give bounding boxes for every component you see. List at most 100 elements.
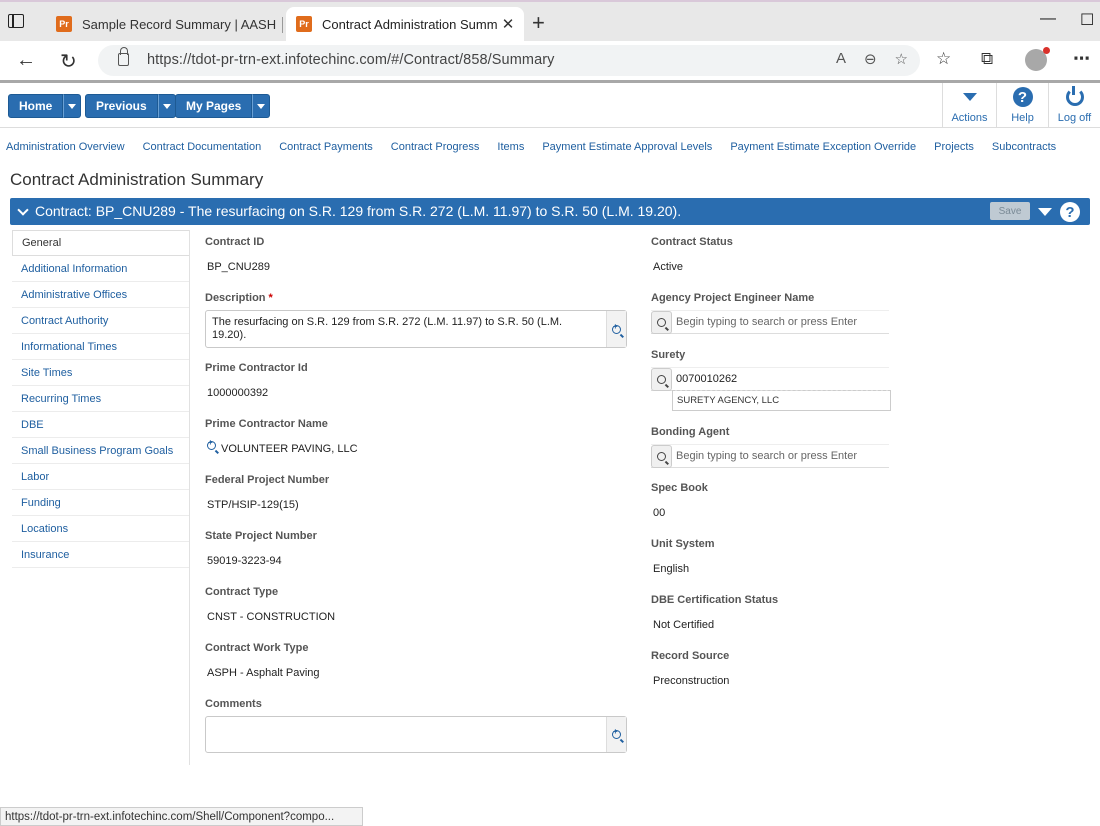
- surety-input[interactable]: 0070010262: [676, 373, 737, 385]
- read-aloud-icon[interactable]: A: [836, 50, 846, 68]
- home-button[interactable]: Home: [8, 94, 64, 118]
- prime-contractor-name-value: VOLUNTEER PAVING, LLC: [221, 443, 358, 455]
- bonding-agent-field[interactable]: Begin typing to search or press Enter: [651, 444, 889, 468]
- minimize-icon[interactable]: —: [1040, 10, 1056, 28]
- collapse-chevron-icon[interactable]: [17, 204, 29, 216]
- home-split-button: Home: [8, 94, 82, 118]
- tab-actions-icon[interactable]: [8, 14, 24, 28]
- search-icon: [657, 452, 666, 461]
- url-box[interactable]: https://tdot-pr-trn-ext.infotechinc.com/…: [98, 45, 920, 76]
- browser-tab-contract-admin[interactable]: Pr Contract Administration Summar ✕: [286, 7, 524, 41]
- subnav-subcontracts[interactable]: Subcontracts: [992, 141, 1056, 153]
- tab-close-icon[interactable]: ✕: [498, 15, 518, 33]
- surety-field[interactable]: 0070010262: [651, 367, 889, 391]
- my-pages-split-button: My Pages: [175, 94, 271, 118]
- record-source-label: Record Source: [651, 650, 730, 662]
- engineer-search-button[interactable]: [651, 311, 672, 334]
- comments-textarea[interactable]: [205, 716, 627, 753]
- menu-general[interactable]: General: [12, 230, 189, 256]
- menu-contract-authority[interactable]: Contract Authority: [12, 308, 189, 334]
- description-text[interactable]: The resurfacing on S.R. 129 from S.R. 27…: [212, 316, 592, 342]
- my-pages-button[interactable]: My Pages: [175, 94, 253, 118]
- previous-split-button: Previous: [85, 94, 176, 118]
- menu-small-business-program-goals[interactable]: Small Business Program Goals: [12, 438, 189, 464]
- logoff-label: Log off: [1057, 112, 1092, 124]
- menu-additional-information[interactable]: Additional Information: [12, 256, 189, 282]
- subnav-payment-estimate-exception-override[interactable]: Payment Estimate Exception Override: [730, 141, 916, 153]
- comments-zoom-button[interactable]: [606, 717, 626, 752]
- contractor-lookup-button[interactable]: [207, 438, 216, 450]
- search-icon: [657, 318, 666, 327]
- browser-tab-sample-record[interactable]: Pr Sample Record Summary | AASH: [46, 7, 282, 41]
- state-project-number-label: State Project Number: [205, 530, 317, 542]
- unit-system-label: Unit System: [651, 538, 715, 550]
- more-menu-icon[interactable]: ⋯: [1073, 49, 1090, 69]
- contract-id-label: Contract ID: [205, 236, 265, 248]
- previous-button[interactable]: Previous: [85, 94, 158, 118]
- contract-type-value: CNST - CONSTRUCTION: [207, 611, 336, 623]
- tabbar-top-line: [0, 0, 1100, 2]
- save-button[interactable]: Save: [990, 202, 1030, 220]
- surety-name-display: SURETY AGENCY, LLC: [672, 390, 891, 411]
- bonding-agent-search-button[interactable]: [651, 445, 672, 468]
- subnav-items[interactable]: Items: [497, 141, 524, 153]
- menu-funding[interactable]: Funding: [12, 490, 189, 516]
- subnav-contract-payments[interactable]: Contract Payments: [279, 141, 373, 153]
- bonding-agent-input[interactable]: Begin typing to search or press Enter: [676, 450, 857, 462]
- collections-icon[interactable]: ⧉: [981, 49, 993, 69]
- caret-down-icon: [257, 103, 266, 109]
- description-zoom-button[interactable]: [606, 311, 626, 347]
- menu-insurance[interactable]: Insurance: [12, 542, 189, 568]
- caret-down-icon: [68, 103, 77, 109]
- refresh-icon[interactable]: ↻: [60, 49, 77, 74]
- subnav-contract-progress[interactable]: Contract Progress: [391, 141, 480, 153]
- tab-favicon: Pr: [56, 16, 72, 32]
- menu-administrative-offices[interactable]: Administrative Offices: [12, 282, 189, 308]
- menu-recurring-times[interactable]: Recurring Times: [12, 386, 189, 412]
- back-arrow-icon[interactable]: ←: [16, 49, 36, 72]
- engineer-search-input[interactable]: Begin typing to search or press Enter: [676, 316, 857, 328]
- spec-book-label: Spec Book: [651, 482, 708, 494]
- maximize-icon[interactable]: ☐: [1080, 10, 1094, 30]
- surety-search-button[interactable]: [651, 368, 672, 391]
- home-dropdown-button[interactable]: [63, 94, 82, 118]
- prime-contractor-id-value: 1000000392: [207, 387, 269, 399]
- actions-button[interactable]: Actions: [942, 83, 996, 127]
- zoom-in-icon: [612, 727, 621, 739]
- browser-tab-bar: Pr Sample Record Summary | AASH Pr Contr…: [0, 0, 1100, 41]
- new-tab-icon[interactable]: +: [532, 10, 545, 36]
- section-menu: General Additional Information Administr…: [12, 230, 190, 765]
- menu-informational-times[interactable]: Informational Times: [12, 334, 189, 360]
- url-text[interactable]: https://tdot-pr-trn-ext.infotechinc.com/…: [147, 52, 555, 68]
- description-textarea[interactable]: The resurfacing on S.R. 129 from S.R. 27…: [205, 310, 627, 348]
- my-pages-dropdown-button[interactable]: [252, 94, 271, 118]
- menu-dbe[interactable]: DBE: [12, 412, 189, 438]
- subnav-projects[interactable]: Projects: [934, 141, 974, 153]
- menu-locations[interactable]: Locations: [12, 516, 189, 542]
- bar-dropdown-icon[interactable]: [1038, 208, 1052, 216]
- help-button[interactable]: ? Help: [996, 83, 1048, 127]
- contract-title: Contract: BP_CNU289 - The resurfacing on…: [35, 203, 682, 219]
- profile-avatar[interactable]: [1025, 47, 1050, 71]
- agency-project-engineer-field[interactable]: Begin typing to search or press Enter: [651, 310, 889, 334]
- previous-dropdown-button[interactable]: [157, 94, 176, 118]
- surety-label: Surety: [651, 349, 686, 361]
- subnav-administration-overview[interactable]: Administration Overview: [6, 141, 125, 153]
- logoff-button[interactable]: Log off: [1048, 83, 1100, 127]
- subnav-contract-documentation[interactable]: Contract Documentation: [143, 141, 262, 153]
- zoom-out-icon[interactable]: ⊖: [864, 50, 877, 68]
- add-favorite-icon[interactable]: ☆: [895, 50, 908, 68]
- actions-caret-icon: [962, 93, 977, 101]
- bar-help-icon[interactable]: ?: [1060, 202, 1080, 222]
- caret-down-icon: [162, 103, 171, 109]
- zoom-in-icon: [612, 322, 621, 334]
- menu-site-times[interactable]: Site Times: [12, 360, 189, 386]
- spec-book-value: 00: [653, 507, 666, 519]
- contract-work-type-value: ASPH - Asphalt Paving: [207, 667, 320, 679]
- subnav-payment-estimate-approval-levels[interactable]: Payment Estimate Approval Levels: [542, 141, 712, 153]
- contract-type-label: Contract Type: [205, 586, 279, 598]
- menu-labor[interactable]: Labor: [12, 464, 189, 490]
- contract-status-label: Contract Status: [651, 236, 733, 248]
- help-label: Help: [1011, 112, 1034, 124]
- favorites-icon[interactable]: ☆: [936, 49, 951, 69]
